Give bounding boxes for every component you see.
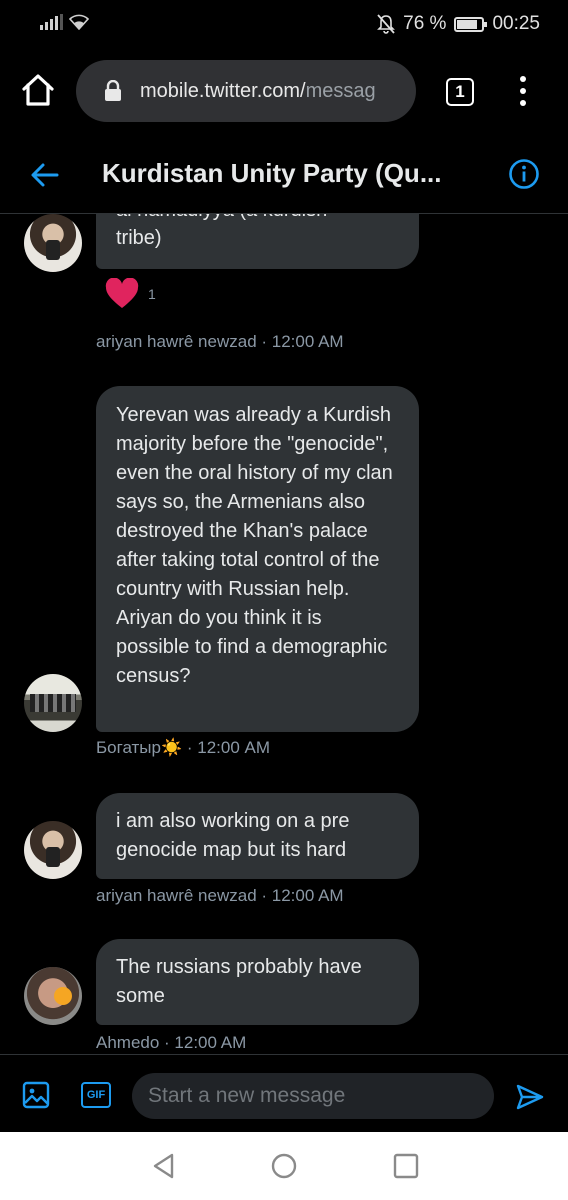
back-nav-icon[interactable] [150,1152,178,1180]
message-meta: Ahmedo · 12:00 AM [96,1033,247,1052]
message-bubble[interactable]: al hamadiyya (a kurdish tribe) [96,214,419,269]
signal-icon [40,14,63,30]
home-nav-icon[interactable] [270,1152,298,1180]
message-composer: GIF [0,1054,568,1132]
reaction-badge[interactable]: 1 [104,278,156,310]
url-text: mobile.twitter.com/messag [140,80,376,103]
mute-icon [377,14,396,34]
home-icon[interactable] [20,72,56,108]
message-text: i am also working on a pre genocide map … [116,810,350,861]
clock: 00:25 [492,13,540,34]
url-faded: messag [305,79,376,102]
message-text: The russians probably have some [116,956,362,1007]
message-time: · 12:00 AM [182,738,271,757]
info-icon[interactable] [508,158,540,190]
heart-icon [105,278,139,308]
battery-percent: 76 % [403,13,447,34]
sun-emoji-icon: ☀️ [160,738,183,757]
url-main: mobile.twitter.com/ [140,79,306,102]
battery-icon [454,16,488,32]
author-name: Богатыр [96,738,161,757]
avatar-ariyan[interactable] [24,214,82,272]
more-menu-icon[interactable] [516,76,530,106]
tab-switcher-button[interactable]: 1 [446,78,474,106]
message-input[interactable] [132,1073,494,1119]
message-meta: ariyan hawrê newzad · 12:00 AM [96,332,344,351]
message-text: tribe) [116,227,162,249]
message-bubble[interactable]: The russians probably have some [96,939,419,1025]
system-nav-bar [0,1132,568,1200]
message-bubble[interactable]: Yerevan was already a Kurdish majority b… [96,386,419,732]
message-text: Yerevan was already a Kurdish majority b… [116,404,393,687]
browser-toolbar: mobile.twitter.com/messag 1 [0,48,568,136]
status-bar: 76 % 00:25 [0,0,568,48]
lock-icon [105,80,121,101]
wifi-icon [69,14,89,30]
avatar-ahmedo[interactable] [24,967,82,1025]
image-icon[interactable] [22,1081,50,1109]
address-bar[interactable]: mobile.twitter.com/messag [76,60,416,122]
message-list[interactable]: al hamadiyya (a kurdish tribe) 1 ariyan … [0,214,568,1054]
message-meta: ariyan hawrê newzad · 12:00 AM [96,886,344,905]
message-meta: Богатыр☀️ · 12:00 AM [96,738,270,758]
reaction-count: 1 [148,286,156,302]
send-icon[interactable] [515,1083,545,1111]
gif-button[interactable]: GIF [81,1082,111,1108]
conversation-title[interactable]: Kurdistan Unity Party (Qu... [102,158,442,189]
recents-nav-icon[interactable] [392,1152,420,1180]
message-bubble[interactable]: i am also working on a pre genocide map … [96,793,419,879]
conversation-header: Kurdistan Unity Party (Qu... [0,136,568,214]
back-arrow-icon[interactable] [30,161,60,189]
message-text-continued: al hamadiyya (a kurdish [116,214,399,224]
avatar-ariyan[interactable] [24,821,82,879]
avatar-bogatyr[interactable] [24,674,82,732]
